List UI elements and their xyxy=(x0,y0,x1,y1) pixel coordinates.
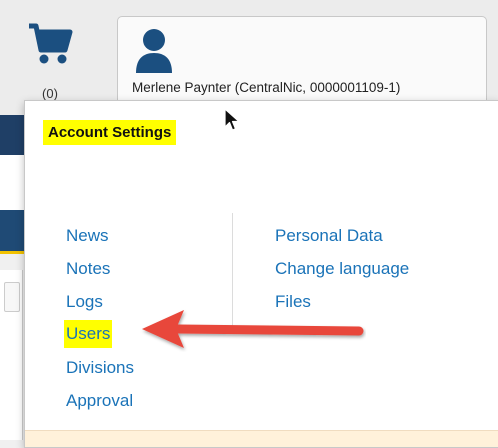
mouse-pointer-icon xyxy=(224,108,240,131)
menu-item-notes[interactable]: Notes xyxy=(66,252,134,285)
menu-item-approval[interactable]: Approval xyxy=(66,384,134,417)
menu-item-users[interactable]: Users xyxy=(64,320,113,348)
menu-item-change-language[interactable]: Change language xyxy=(275,252,409,285)
menu-column-right: Personal Data Change language Files xyxy=(275,219,409,318)
dropdown-title: Account Settings xyxy=(43,120,177,145)
menu-item-divisions[interactable]: Divisions xyxy=(66,351,134,384)
account-menu-button[interactable]: Merlene Paynter (CentralNic, 0000001109-… xyxy=(117,16,487,113)
account-user-label: Merlene Paynter (CentralNic, 0000001109-… xyxy=(132,80,401,95)
menu-item-news[interactable]: News xyxy=(66,219,134,252)
menu-item-logs[interactable]: Logs xyxy=(66,285,134,318)
menu-column-left: News Notes Logs Users Divisions Approval xyxy=(64,219,134,417)
dropdown-footer xyxy=(25,430,498,447)
annotation-arrow-icon xyxy=(142,310,364,348)
cart-button[interactable]: (0) xyxy=(14,14,86,104)
shopping-cart-icon xyxy=(29,23,73,64)
background-panel-left xyxy=(0,270,23,440)
menu-item-personal-data[interactable]: Personal Data xyxy=(275,219,409,252)
cart-count: (0) xyxy=(42,86,58,101)
account-settings-dropdown: Account Settings News Notes Logs Users D… xyxy=(24,100,498,448)
user-icon xyxy=(136,29,172,73)
